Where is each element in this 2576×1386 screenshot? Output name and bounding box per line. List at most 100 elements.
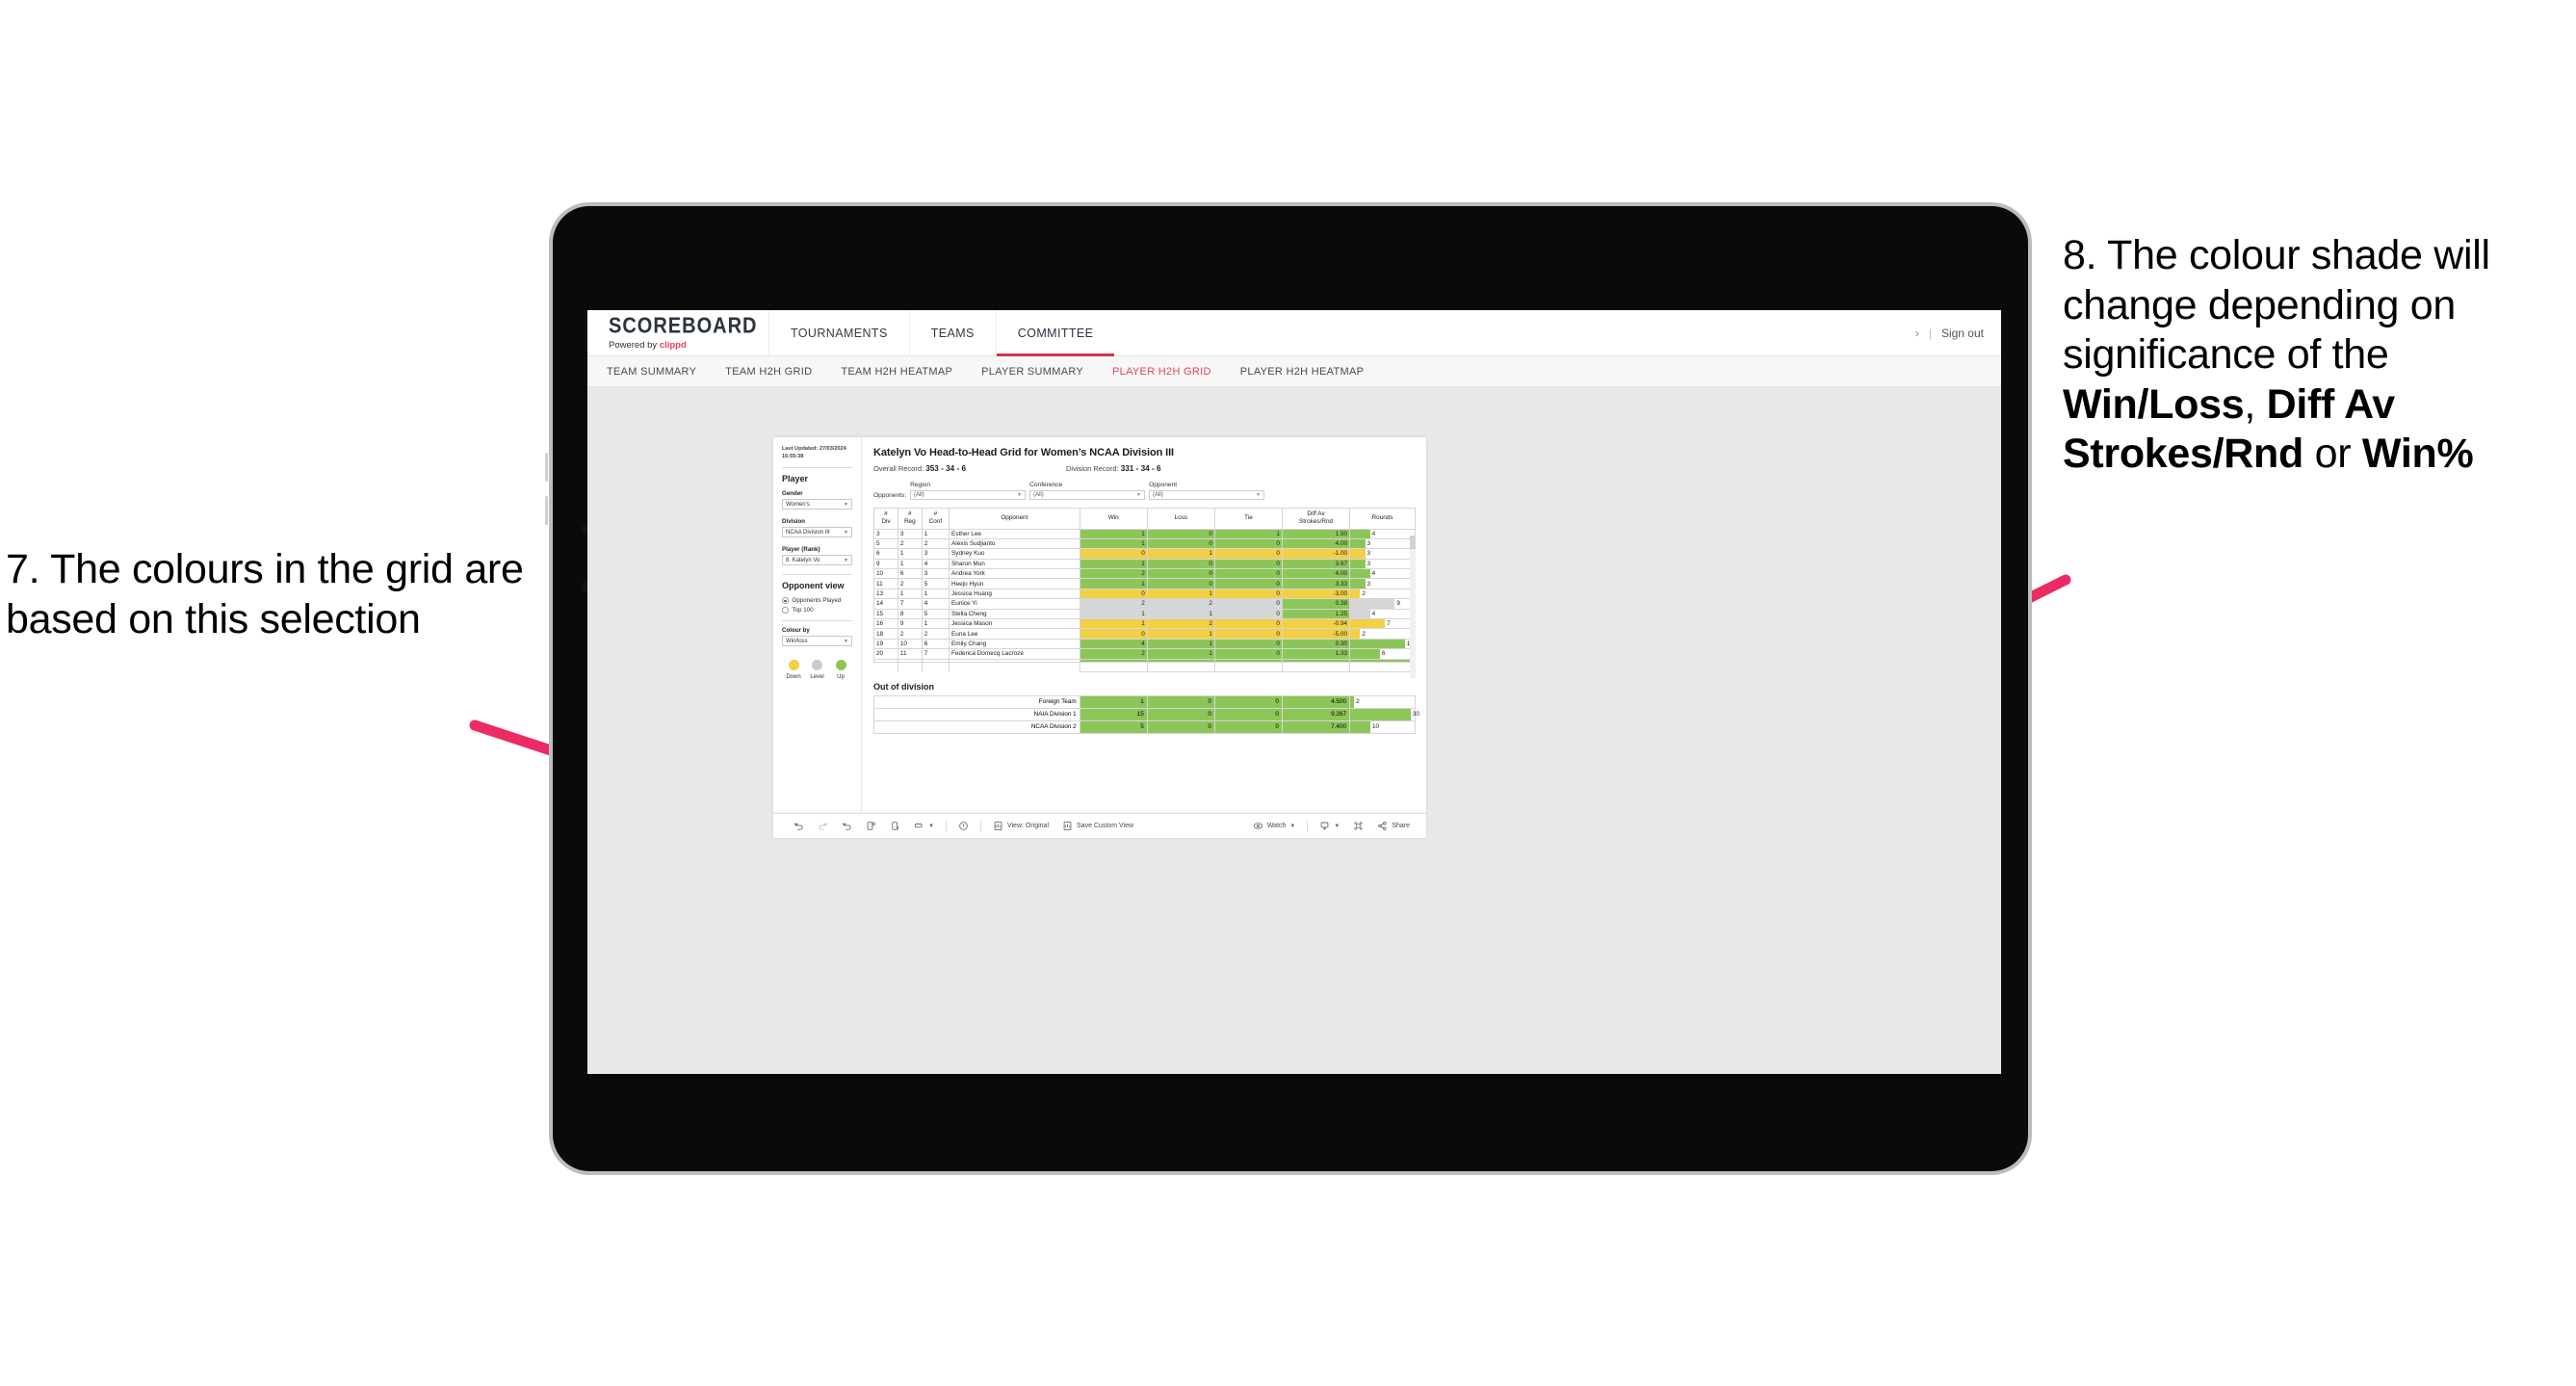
division-select[interactable]: NCAA Division III ▼: [782, 527, 852, 538]
table-row[interactable]: 9 1 4 Sharon Mun 1 0 0 3.67 3: [873, 558, 1416, 570]
column-header-conf[interactable]: # Conf: [921, 507, 950, 530]
conference-select[interactable]: (All) ▼: [1029, 489, 1146, 500]
opponent-view-heading: Opponent view: [782, 581, 845, 591]
rounds-bar: [1350, 559, 1366, 569]
radio-opponents-played[interactable]: Opponents Played: [782, 597, 852, 604]
table-row[interactable]: 13 1 1 Jessica Huang 0 1 0 -3.00 2: [873, 588, 1416, 600]
subnav-item-team-summary[interactable]: TEAM SUMMARY: [607, 366, 696, 378]
subnav-item-player-h2h-heatmap[interactable]: PLAYER H2H HEATMAP: [1240, 366, 1364, 378]
table-row[interactable]: 11 2 5 Heejo Hyun 1 0 0 3.33 3: [873, 578, 1416, 589]
device-side-button-volume-down: [545, 496, 548, 525]
gender-select[interactable]: Women’s ▼: [782, 499, 852, 510]
cell-opponent: Federica Domecq Lacroze: [949, 648, 1080, 660]
undo-button[interactable]: [787, 821, 811, 831]
radio-top-100[interactable]: Top 100: [782, 607, 852, 614]
cell-tie: 0: [1213, 694, 1283, 709]
refresh-data-button[interactable]: [859, 821, 883, 831]
save-custom-view-button[interactable]: Save Custom View: [1055, 821, 1140, 831]
cell-tie: 0: [1213, 578, 1283, 589]
cell-tie: 0: [1213, 638, 1283, 650]
download-button[interactable]: ▼: [1313, 821, 1346, 831]
out-of-division-row[interactable]: NCAA Division 2 5 0 0 7.400 10: [873, 719, 1416, 734]
view-original-button[interactable]: View: Original: [986, 821, 1055, 831]
column-header-tie[interactable]: Tie: [1213, 507, 1283, 530]
rounds-bar: [1350, 529, 1370, 538]
column-header-reg[interactable]: # Reg: [897, 507, 923, 530]
watch-button[interactable]: Watch ▼: [1246, 821, 1303, 831]
cell-opponent: Esther Lee: [949, 528, 1080, 539]
column-header-opponent[interactable]: Opponent: [949, 507, 1080, 530]
table-row[interactable]: 15 8 5 Stella Cheng 1 1 0 1.25 4: [873, 608, 1416, 620]
column-header-diff-av-strokes-rnd[interactable]: Diff Av Strokes/Rnd: [1281, 507, 1351, 530]
chevron-down-icon: ▼: [1136, 491, 1142, 498]
legend-dot-up-icon: [835, 660, 846, 671]
subnav-item-player-h2h-grid[interactable]: PLAYER H2H GRID: [1112, 366, 1211, 378]
rounds-bar: [1350, 538, 1366, 549]
cell-reg: 7: [897, 598, 923, 610]
cell-loss: 1: [1146, 628, 1215, 640]
scrollbar-thumb[interactable]: [1410, 536, 1416, 549]
table-row[interactable]: 18 2 2 Euna Lee 0 1 0 -5.00 2: [873, 628, 1416, 640]
column-header-win[interactable]: Win: [1079, 507, 1148, 530]
column-header-rounds[interactable]: Rounds: [1349, 507, 1416, 530]
redo-button[interactable]: [811, 821, 835, 831]
gender-label: Gender: [782, 490, 803, 498]
opponent-select[interactable]: (All) ▼: [1149, 489, 1265, 500]
cell-conf: 1: [921, 588, 950, 600]
nav-item-committee[interactable]: COMMITTEE: [995, 310, 1115, 356]
chevron-right-icon[interactable]: ›: [1915, 327, 1919, 340]
nav-item-teams[interactable]: TEAMS: [908, 310, 996, 356]
cell-blank: [1146, 661, 1215, 672]
table-scrollbar[interactable]: [1410, 536, 1416, 678]
rounds-bar: [1350, 549, 1366, 559]
colour-by-select[interactable]: Win/loss ▼: [782, 636, 852, 647]
share-button[interactable]: Share: [1370, 821, 1417, 831]
annotation-8-bold-winloss: Win/Loss: [2063, 380, 2245, 428]
cell-opponent: Alexis Sudjianto: [949, 537, 1080, 550]
table-row[interactable]: 14 7 4 Eunice Yi 2 2 0 0.38 9: [873, 598, 1416, 610]
cell-blank: [873, 662, 898, 672]
pause-updates-button[interactable]: [883, 821, 907, 831]
table-row[interactable]: 6 1 3 Sydney Kuo 0 1 0 -1.00 3: [873, 548, 1416, 560]
player-rank-select[interactable]: 8. Katelyn Vo ▼: [782, 555, 852, 566]
brand-subtitle-pre: Powered by: [609, 340, 660, 351]
annotation-8-bold-winpct: Win%: [2361, 431, 2474, 478]
cell-blank: [1281, 661, 1351, 672]
subnav-item-player-summary[interactable]: PLAYER SUMMARY: [981, 366, 1083, 378]
cell-tie: 0: [1213, 719, 1283, 734]
table-row[interactable]: 16 9 1 Jessica Mason 1 2 0 -0.94 7: [873, 617, 1416, 630]
table-row[interactable]: 3 3 1 Esther Lee 1 0 1 1.50 4: [873, 528, 1416, 539]
opponent-filter: Opponent (All) ▼: [1149, 482, 1265, 500]
cell-opponent: Stella Cheng: [949, 608, 1080, 620]
revert-button[interactable]: [835, 821, 859, 831]
out-of-division-row[interactable]: NAIA Division 1 15 0 0 9.267 30: [873, 707, 1419, 721]
region-select[interactable]: (All) ▼: [910, 489, 1027, 500]
fullscreen-button[interactable]: [1346, 821, 1370, 831]
brand-logo[interactable]: SCOREBOARD Powered by clippd: [587, 315, 768, 351]
cell-reg: 2: [897, 537, 923, 550]
table-row[interactable]: 19106Emily Chang4100.3011: [873, 638, 1416, 650]
chevron-down-icon: ▼: [1289, 823, 1296, 829]
shape-button[interactable]: ▼: [907, 821, 941, 831]
rounds-bar: [1350, 579, 1366, 588]
brand-subtitle-accent: clippd: [659, 340, 687, 351]
column-header-loss[interactable]: Loss: [1146, 507, 1215, 530]
division-select-value: NCAA Division III: [786, 529, 830, 536]
rounds-bar: [1350, 588, 1361, 599]
cell-loss: 1: [1146, 588, 1215, 600]
table-row[interactable]: 5 2 2 Alexis Sudjianto 1 0 0 4.00 3: [873, 537, 1416, 550]
out-of-division-row[interactable]: Foreign Team 1 0 0 4.500 2: [873, 694, 1416, 709]
subnav-item-team-h2h-heatmap[interactable]: TEAM H2H HEATMAP: [841, 366, 952, 378]
table-row[interactable]: 20 11 7 Federica Domecq Lacroze 2 1 0 1.33 6: [873, 648, 1416, 660]
column-header-div[interactable]: # Div: [873, 507, 898, 530]
rounds-bar: [1350, 569, 1370, 579]
cell-conf: 3: [921, 568, 950, 580]
nav-item-tournaments[interactable]: TOURNAMENTS: [768, 310, 909, 356]
chevron-down-icon: ▼: [1256, 491, 1262, 498]
divider: [782, 467, 852, 469]
cell-diff-av-strokes: 3.33: [1281, 578, 1351, 589]
table-row[interactable]: 10 6 3 Andrea York 2 0 0 4.00 4: [873, 568, 1416, 580]
alert-button[interactable]: [951, 821, 976, 831]
subnav-item-team-h2h-grid[interactable]: TEAM H2H GRID: [725, 366, 812, 378]
signout-link[interactable]: Sign out: [1941, 327, 1984, 340]
